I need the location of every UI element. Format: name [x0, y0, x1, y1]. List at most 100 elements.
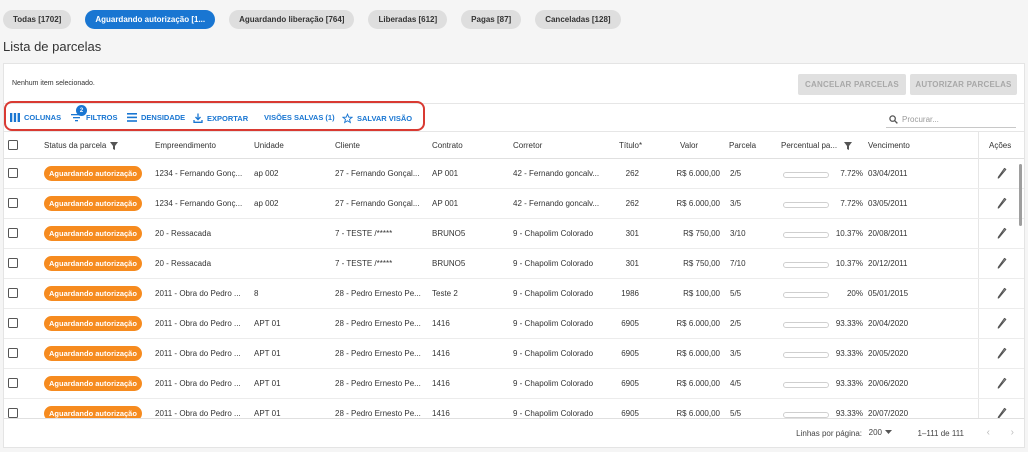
titulo-cell: 6905	[621, 409, 639, 418]
table-row[interactable]: Aguardando autorização 2011 - Obra do Pe…	[4, 309, 1024, 339]
filter-icon[interactable]	[844, 141, 853, 150]
edit-pencil-icon[interactable]	[997, 347, 1007, 361]
row-checkbox[interactable]	[8, 378, 18, 388]
table-row[interactable]: Aguardando autorização 20 - Ressacada 7 …	[4, 219, 1024, 249]
row-checkbox[interactable]	[8, 318, 18, 328]
table-row[interactable]: Aguardando autorização 1234 - Fernando G…	[4, 159, 1024, 189]
column-header-status[interactable]: Status da parcela	[44, 141, 119, 150]
parcela-cell: 4/5	[730, 379, 742, 388]
titulo-cell: 262	[625, 199, 639, 208]
column-header-valor[interactable]: Valor	[680, 141, 698, 150]
vencimento-cell: 05/01/2015	[868, 289, 909, 298]
titulo-cell: 301	[625, 229, 639, 238]
tab-pagas[interactable]: Pagas [87]	[461, 10, 522, 29]
page-title: Lista de parcelas	[3, 39, 102, 54]
table-row[interactable]: Aguardando autorização 1234 - Fernando G…	[4, 189, 1024, 219]
authorize-parcelas-button[interactable]: AUTORIZAR PARCELAS	[910, 74, 1017, 95]
status-badge: Aguardando autorização	[44, 316, 142, 331]
valor-cell: R$ 6.000,00	[676, 199, 720, 208]
vencimento-cell: 03/05/2011	[868, 199, 908, 208]
chevron-left-icon[interactable]: ‹	[987, 427, 990, 438]
percentual-cell: 93.33%	[835, 319, 863, 328]
parcela-cell: 7/10	[730, 259, 746, 268]
tab-todas[interactable]: Todas [1702]	[3, 10, 72, 29]
filter-icon[interactable]	[110, 141, 119, 150]
corretor-cell: 9 - Chapolim Colorado	[513, 289, 594, 298]
contrato-cell: 1416	[432, 379, 450, 388]
column-header-cliente[interactable]: Cliente	[335, 141, 360, 150]
status-badge: Aguardando autorização	[44, 346, 142, 361]
cancel-parcelas-button[interactable]: CANCELAR PARCELAS	[798, 74, 906, 95]
corretor-cell: 9 - Chapolim Colorado	[513, 349, 594, 358]
toolbar-highlight-outline	[4, 101, 425, 131]
row-checkbox[interactable]	[8, 288, 18, 298]
unidade-cell: APT 01	[254, 319, 281, 328]
edit-pencil-icon[interactable]	[997, 377, 1007, 391]
unidade-cell: ap 002	[254, 199, 279, 208]
column-header-label: Empreendimento	[155, 141, 216, 150]
table-row[interactable]: Aguardando autorização 20 - Ressacada 7 …	[4, 249, 1024, 279]
percentual-cell: 10.37%	[835, 259, 863, 268]
search-field[interactable]	[886, 111, 1016, 128]
table-row[interactable]: Aguardando autorização 2011 - Obra do Pe…	[4, 369, 1024, 399]
column-header-parcela[interactable]: Parcela	[729, 141, 756, 150]
rows-per-page-select[interactable]: 200	[869, 428, 892, 437]
chevron-right-icon[interactable]: ›	[1011, 427, 1014, 438]
edit-pencil-icon[interactable]	[997, 197, 1007, 211]
valor-cell: R$ 6.000,00	[676, 409, 720, 418]
tab-aguardando-autorizacao[interactable]: Aguardando autorização [1...	[85, 10, 216, 29]
parcela-cell: 5/5	[730, 289, 742, 298]
titulo-cell: 301	[625, 259, 639, 268]
cliente-cell: 27 - Fernando Gonçal...	[335, 169, 420, 178]
column-header-titulo[interactable]: Título*	[619, 141, 642, 150]
row-checkbox[interactable]	[8, 228, 18, 238]
corretor-cell: 9 - Chapolim Colorado	[513, 379, 594, 388]
row-checkbox[interactable]	[8, 258, 18, 268]
vencimento-cell: 20/04/2020	[868, 319, 909, 328]
row-checkbox[interactable]	[8, 168, 18, 178]
tab-canceladas[interactable]: Canceladas [128]	[535, 10, 621, 29]
titulo-cell: 6905	[621, 379, 639, 388]
tab-liberadas[interactable]: Liberadas [612]	[368, 10, 448, 29]
empreendimento-cell: 20 - Ressacada	[155, 229, 212, 238]
contrato-cell: BRUNO5	[432, 229, 466, 238]
table-row[interactable]: Aguardando autorização 2011 - Obra do Pe…	[4, 399, 1024, 419]
select-all-checkbox[interactable]	[8, 140, 18, 150]
tab-aguardando-liberacao[interactable]: Aguardando liberação [764]	[229, 10, 355, 29]
column-header-contrato[interactable]: Contrato	[432, 141, 463, 150]
percentual-cell: 20%	[846, 289, 863, 298]
edit-pencil-icon[interactable]	[997, 287, 1007, 301]
parcela-cell: 2/5	[730, 319, 742, 328]
cliente-cell: 28 - Pedro Ernesto Pe...	[335, 379, 421, 388]
column-header-label: Vencimento	[868, 141, 910, 150]
edit-pencil-icon[interactable]	[997, 167, 1007, 181]
column-header-vencimento[interactable]: Vencimento	[868, 141, 910, 150]
column-header-label: Corretor	[513, 141, 543, 150]
row-checkbox[interactable]	[8, 348, 18, 358]
vertical-scrollbar[interactable]	[1019, 164, 1022, 226]
column-header-empreendimento[interactable]: Empreendimento	[155, 141, 216, 150]
dropdown-caret-icon	[885, 430, 892, 434]
edit-pencil-icon[interactable]	[997, 227, 1007, 241]
edit-pencil-icon[interactable]	[997, 317, 1007, 331]
parcelas-card: Nenhum item selecionado. CANCELAR PARCEL…	[3, 63, 1025, 448]
titulo-cell: 6905	[621, 319, 639, 328]
column-header-label: Percentual pa...	[781, 141, 838, 150]
row-checkbox[interactable]	[8, 408, 18, 418]
table-row[interactable]: Aguardando autorização 2011 - Obra do Pe…	[4, 339, 1024, 369]
valor-cell: R$ 750,00	[683, 259, 720, 268]
search-input[interactable]	[902, 114, 1012, 124]
titulo-cell: 6905	[621, 349, 639, 358]
table-row[interactable]: Aguardando autorização 2011 - Obra do Pe…	[4, 279, 1024, 309]
column-header-percentual[interactable]: Percentual pa...	[781, 141, 853, 150]
cliente-cell: 28 - Pedro Ernesto Pe...	[335, 349, 421, 358]
edit-pencil-icon[interactable]	[997, 257, 1007, 271]
parcela-cell: 5/5	[730, 409, 742, 418]
percentual-cell: 93.33%	[835, 409, 863, 418]
column-header-corretor[interactable]: Corretor	[513, 141, 542, 150]
column-header-unidade[interactable]: Unidade	[254, 141, 284, 150]
row-checkbox[interactable]	[8, 198, 18, 208]
empreendimento-cell: 2011 - Obra do Pedro ...	[155, 319, 241, 328]
empreendimento-cell: 20 - Ressacada	[155, 259, 212, 268]
unidade-cell: APT 01	[254, 409, 281, 418]
